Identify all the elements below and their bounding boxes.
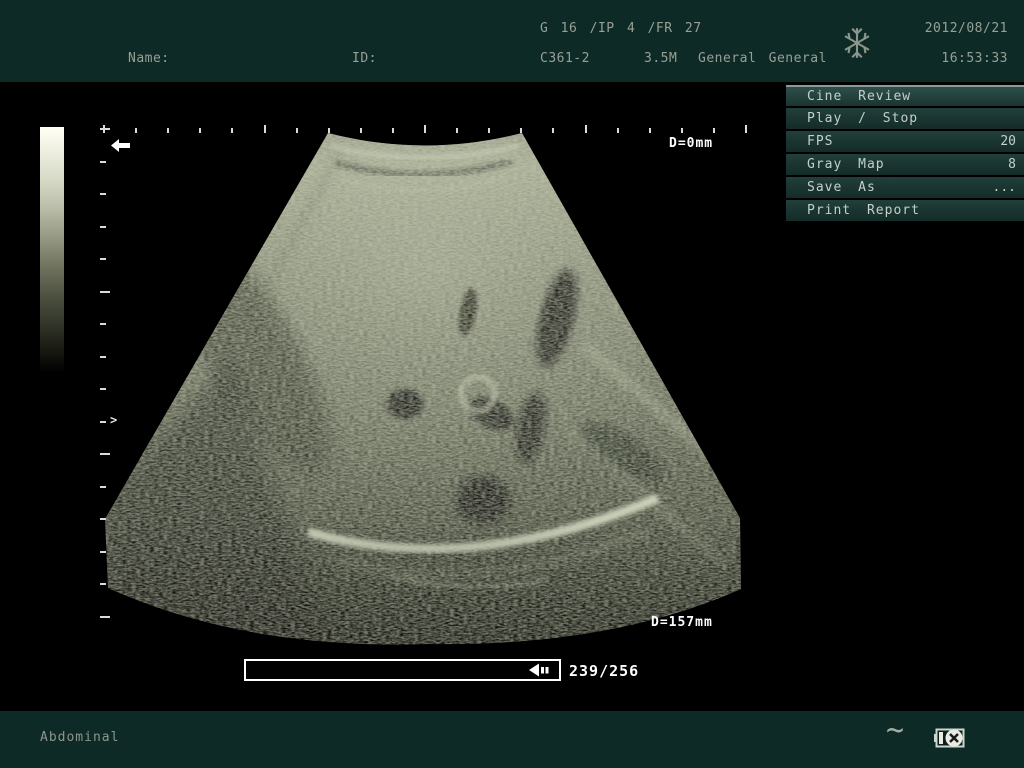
- width-tick: [199, 128, 201, 133]
- width-tick: [745, 125, 747, 133]
- depth-tick: [100, 388, 106, 390]
- depth-tick: [100, 258, 106, 260]
- date-display: 2012/08/21: [925, 21, 1008, 36]
- width-tick: [296, 128, 298, 133]
- depth-tick: [100, 128, 110, 130]
- width-tick: [360, 128, 362, 133]
- exam-preset-header: General General: [698, 51, 827, 66]
- depth-tick: [100, 551, 106, 553]
- width-tick: [103, 125, 105, 133]
- depth-tick: [100, 356, 106, 358]
- top-status-bar: G 16 /IP 4 /FR 27 2012/08/21 Name: ID: C…: [0, 0, 1024, 84]
- depth-tick: [100, 453, 110, 455]
- cine-progress-bar[interactable]: [244, 659, 561, 681]
- width-tick: [488, 128, 490, 133]
- depth-end-label: D=157mm: [651, 615, 713, 630]
- depth-tick: [100, 583, 106, 585]
- orientation-arrow-icon: [111, 139, 131, 152]
- width-tick: [713, 128, 715, 133]
- snowflake-icon: [841, 25, 873, 61]
- depth-tick: [100, 421, 106, 423]
- ultrasound-image: [0, 84, 1024, 711]
- width-tick: [135, 128, 137, 133]
- acoustic-params: G 16 /IP 4 /FR 27: [540, 21, 702, 36]
- width-tick: [617, 128, 619, 133]
- patient-name-label: Name:: [128, 51, 170, 66]
- width-tick: [681, 128, 683, 133]
- depth-tick: [100, 486, 106, 488]
- width-tick: [328, 128, 330, 133]
- wave-icon: ~: [886, 713, 904, 748]
- width-tick: [264, 125, 266, 133]
- depth-tick: [100, 193, 106, 195]
- width-tick: [424, 125, 426, 133]
- depth-tick: [100, 616, 110, 618]
- width-tick: [552, 128, 554, 133]
- time-display: 16:53:33: [941, 51, 1008, 66]
- battery-x-icon: [934, 726, 968, 750]
- depth-tick: [100, 161, 106, 163]
- probe-frequency: 3.5M: [644, 51, 677, 66]
- ultrasound-screen: G 16 /IP 4 /FR 27 2012/08/21 Name: ID: C…: [0, 0, 1024, 768]
- depth-tick: [100, 226, 106, 228]
- cine-position-marker-icon[interactable]: [529, 663, 549, 677]
- focus-position-marker: >: [110, 413, 117, 427]
- gray-map-bar: [40, 127, 64, 373]
- depth-tick: [100, 518, 106, 520]
- depth-tick: [100, 323, 106, 325]
- probe-model: C361-2: [540, 51, 590, 66]
- bottom-status-bar: Abdominal ~: [0, 711, 1024, 768]
- exam-preset-label: Abdominal: [40, 730, 119, 745]
- width-tick: [167, 128, 169, 133]
- width-tick: [231, 128, 233, 133]
- depth-tick: [100, 291, 110, 293]
- depth-start-label: D=0mm: [669, 136, 713, 151]
- width-tick: [520, 128, 522, 133]
- width-tick: [392, 128, 394, 133]
- patient-id-label: ID:: [352, 51, 377, 66]
- width-tick: [649, 128, 651, 133]
- width-tick: [456, 128, 458, 133]
- width-tick: [585, 125, 587, 133]
- cine-frame-counter: 239/256: [569, 662, 639, 680]
